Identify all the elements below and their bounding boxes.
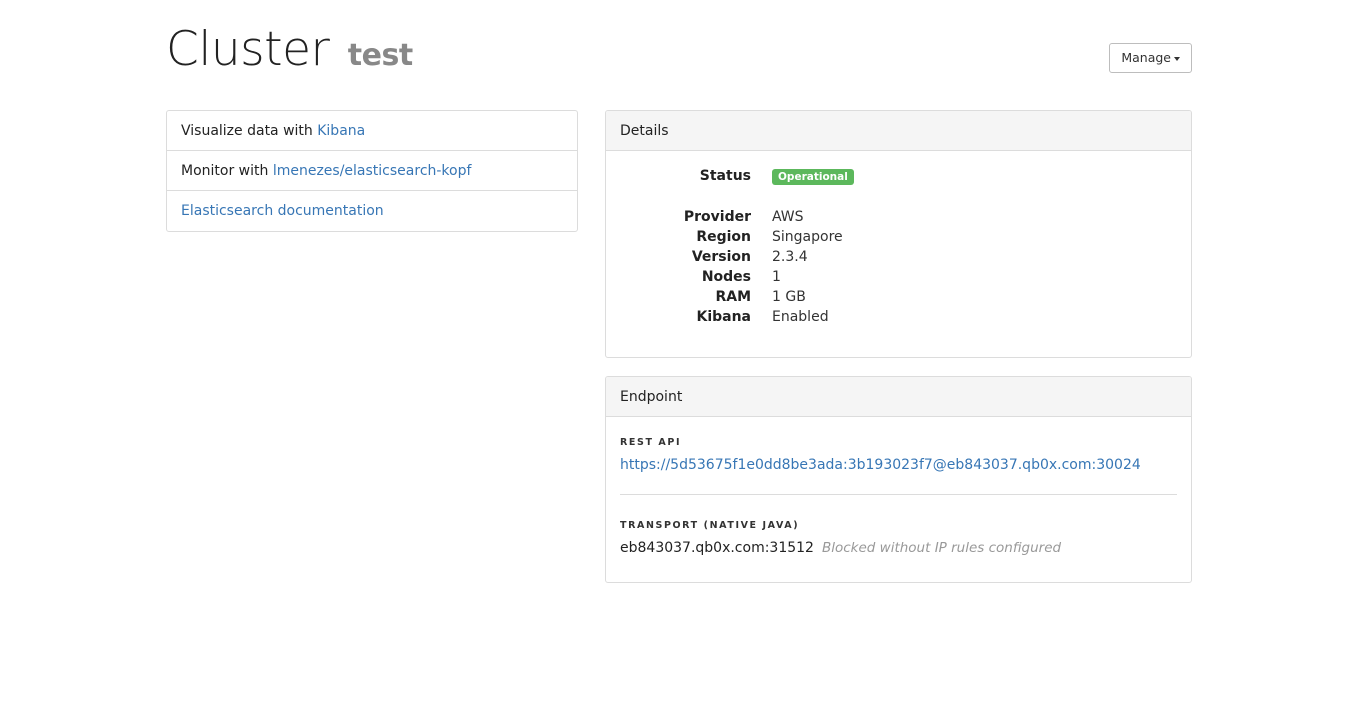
list-item-docs: Elasticsearch documentation: [167, 191, 577, 231]
rest-api-label: REST API: [620, 437, 682, 448]
rest-api-url-link[interactable]: https://5d53675f1e0dd8be3ada:3b193023f7@…: [620, 457, 1141, 473]
detail-row-region: Region Singapore: [606, 227, 1191, 247]
detail-value: AWS: [772, 209, 804, 225]
page-header: Cluster test Manage: [166, 22, 1192, 82]
detail-label: Status: [699, 168, 751, 184]
detail-value: 2.3.4: [772, 249, 808, 265]
detail-value: Enabled: [772, 309, 829, 325]
endpoint-panel: Endpoint REST API https://5d53675f1e0dd8…: [605, 376, 1192, 583]
detail-value: Operational: [772, 166, 854, 186]
quick-links-list: Visualize data with Kibana Monitor with …: [166, 110, 578, 232]
details-panel: Details Status Operational Provider AWS …: [605, 110, 1192, 358]
cluster-name: test: [347, 38, 413, 73]
detail-value: 1 GB: [772, 289, 806, 305]
detail-label: Provider: [683, 209, 751, 225]
transport-address: eb843037.qb0x.com:31512: [620, 540, 814, 556]
detail-row-ram: RAM 1 GB: [606, 287, 1191, 307]
detail-value: 1: [772, 269, 781, 285]
list-item-prefix: Visualize data with: [181, 123, 318, 139]
manage-dropdown-button[interactable]: Manage: [1109, 43, 1192, 73]
detail-label: RAM: [715, 289, 751, 305]
list-item-kibana: Visualize data with Kibana: [167, 111, 577, 151]
page-container: Cluster test Manage Visualize data with …: [166, 0, 1192, 714]
detail-label: Region: [696, 229, 751, 245]
transport-row: eb843037.qb0x.com:31512 Blocked without I…: [620, 540, 1061, 556]
page-title-text: Cluster: [166, 22, 330, 77]
status-badge: Operational: [772, 169, 854, 185]
detail-row-kibana: Kibana Enabled: [606, 307, 1191, 327]
endpoint-panel-heading: Endpoint: [606, 377, 1191, 417]
manage-button-label: Manage: [1121, 50, 1171, 65]
details-panel-heading: Details: [606, 111, 1191, 151]
detail-value: Singapore: [772, 229, 843, 245]
transport-note: Blocked without IP rules configured: [821, 540, 1062, 556]
caret-down-icon: [1174, 56, 1180, 61]
detail-label: Version: [691, 249, 751, 265]
kopf-link[interactable]: lmenezes/elasticsearch-kopf: [273, 163, 472, 179]
list-item-monitor: Monitor with lmenezes/elasticsearch-kopf: [167, 151, 577, 191]
kibana-link[interactable]: Kibana: [317, 123, 365, 139]
page-title: Cluster test: [166, 22, 413, 84]
detail-label: Nodes: [701, 269, 751, 285]
list-item-prefix: Monitor with: [181, 163, 273, 179]
details-list: Status Operational Provider AWS Region S…: [606, 166, 1191, 327]
detail-row-provider: Provider AWS: [606, 207, 1191, 227]
endpoint-divider: [620, 494, 1177, 495]
detail-row-nodes: Nodes 1: [606, 267, 1191, 287]
elasticsearch-docs-link[interactable]: Elasticsearch documentation: [181, 203, 384, 219]
transport-label: TRANSPORT (NATIVE JAVA): [620, 520, 800, 531]
detail-row-status: Status Operational: [606, 166, 1191, 186]
detail-row-version: Version 2.3.4: [606, 247, 1191, 267]
detail-label: Kibana: [696, 309, 751, 325]
